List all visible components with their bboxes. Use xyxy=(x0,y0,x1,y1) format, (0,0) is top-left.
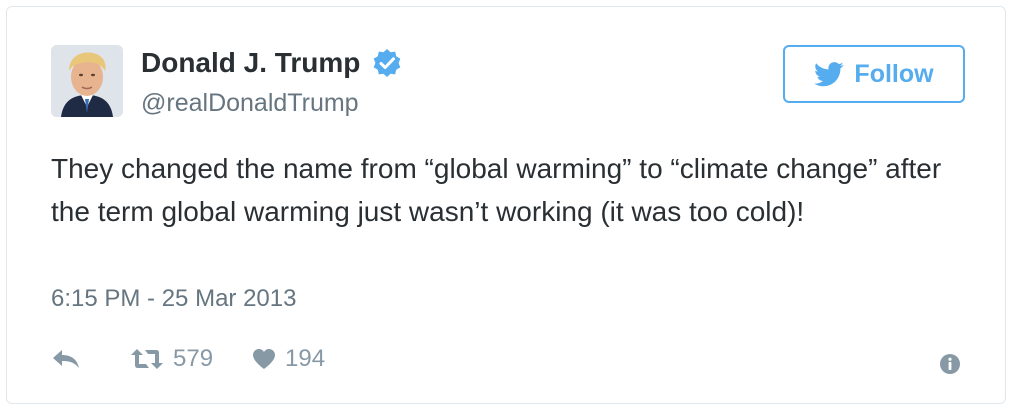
retweet-count: 579 xyxy=(173,345,214,372)
tweet-text: They changed the name from “global warmi… xyxy=(51,153,942,227)
tweet-actions: 579 194 xyxy=(51,342,325,376)
twitter-bird-icon xyxy=(814,61,844,86)
follow-button-label: Follow xyxy=(854,59,934,88)
retweet-icon xyxy=(131,349,163,369)
display-name[interactable]: Donald J. Trump xyxy=(141,47,402,79)
tweet-timestamp[interactable]: 6:15 PM - 25 Mar 2013 xyxy=(51,285,296,313)
user-handle[interactable]: @realDonaldTrump xyxy=(141,89,359,118)
info-icon[interactable] xyxy=(939,353,961,375)
heart-icon xyxy=(253,349,276,369)
display-name-text[interactable]: Donald J. Trump xyxy=(141,47,360,79)
reply-icon xyxy=(53,350,79,368)
like-button[interactable]: 194 xyxy=(251,345,325,373)
follow-button[interactable]: Follow xyxy=(783,45,965,103)
tweet-card: Donald J. Trump @realDonaldTrump Follow … xyxy=(6,6,1006,404)
reply-button[interactable] xyxy=(51,347,89,371)
retweet-button[interactable]: 579 xyxy=(129,345,213,373)
avatar[interactable] xyxy=(51,45,123,117)
verified-badge-icon xyxy=(372,48,402,78)
like-count: 194 xyxy=(285,345,326,372)
